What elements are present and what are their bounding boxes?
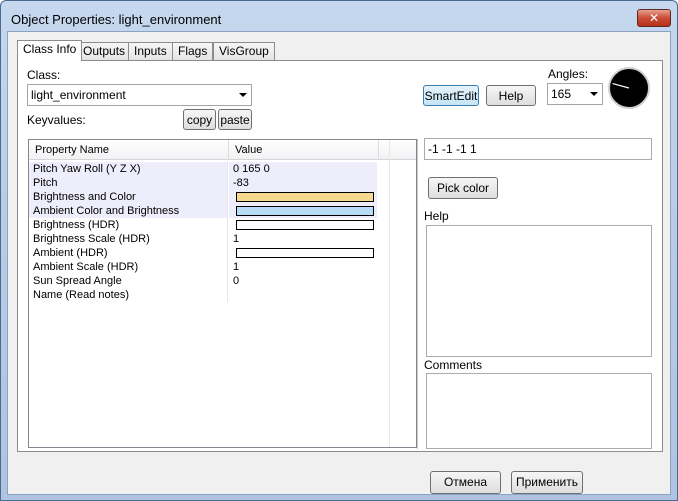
color-swatch — [236, 220, 374, 230]
grid-row[interactable]: Ambient (HDR) — [29, 246, 416, 260]
property-value — [229, 190, 377, 204]
property-name: Ambient (HDR) — [29, 246, 228, 260]
tab-visgroup[interactable]: VisGroup — [213, 42, 275, 60]
help-text-area[interactable] — [426, 225, 652, 357]
keyvalue-value-field[interactable]: -1 -1 -1 1 — [424, 138, 652, 160]
header-value[interactable]: Value — [229, 140, 379, 160]
window-title: Object Properties: light_environment — [11, 12, 222, 27]
grid-row[interactable]: Pitch Yaw Roll (Y Z X) 0 165 0 — [29, 162, 416, 176]
property-value — [229, 288, 377, 302]
close-button[interactable]: ✕ — [637, 9, 671, 27]
object-properties-window: Object Properties: light_environment ✕ C… — [0, 0, 678, 501]
grid-header: Property Name Value — [29, 140, 416, 160]
tab-outputs[interactable]: Outputs — [77, 42, 132, 60]
color-swatch — [236, 248, 374, 258]
property-value: 0 — [233, 275, 240, 287]
property-value — [229, 204, 377, 218]
tab-class-info[interactable]: Class Info — [17, 40, 83, 61]
tab-flags[interactable]: Flags — [172, 42, 214, 60]
angle-dial[interactable] — [608, 67, 650, 109]
grid-row[interactable]: Brightness and Color — [29, 190, 416, 204]
grid-row[interactable]: Sun Spread Angle 0 — [29, 274, 416, 288]
property-name: Ambient Color and Brightness — [29, 204, 228, 218]
grid-row[interactable]: Brightness Scale (HDR) 1 — [29, 232, 416, 246]
cancel-button[interactable]: Отмена — [430, 471, 501, 494]
color-swatch — [236, 206, 374, 216]
property-name: Ambient Scale (HDR) — [29, 260, 228, 274]
property-value: 0 165 0 — [229, 162, 377, 176]
pick-color-button[interactable]: Pick color — [428, 177, 498, 199]
close-icon: ✕ — [648, 11, 660, 25]
class-dropdown[interactable]: light_environment — [27, 84, 252, 106]
paste-button[interactable]: paste — [218, 109, 252, 130]
copy-button[interactable]: copy — [183, 109, 216, 130]
comments-text-area[interactable] — [426, 373, 652, 449]
title-bar[interactable]: Object Properties: light_environment ✕ — [1, 1, 677, 31]
property-name: Pitch Yaw Roll (Y Z X) — [29, 162, 228, 176]
panel-divider — [417, 139, 418, 449]
grid-row[interactable]: Ambient Scale (HDR) 1 — [29, 260, 416, 274]
header-property-name[interactable]: Property Name — [29, 140, 229, 160]
help-button[interactable]: Help — [486, 85, 536, 106]
angles-label: Angles: — [548, 67, 589, 81]
property-value: 1 — [233, 233, 240, 245]
color-swatch — [236, 192, 374, 202]
property-value — [229, 246, 377, 260]
angle-needle-icon — [612, 83, 630, 89]
apply-button[interactable]: Применить — [511, 471, 583, 494]
help-label: Help — [424, 209, 449, 223]
grid-row[interactable]: Pitch -83 — [29, 176, 416, 190]
grid-row[interactable]: Brightness (HDR) — [29, 218, 416, 232]
class-label: Class: — [27, 68, 61, 82]
comments-label: Comments — [424, 358, 483, 372]
grid-row[interactable]: Ambient Color and Brightness — [29, 204, 416, 218]
property-name: Sun Spread Angle — [29, 274, 228, 288]
tab-inputs[interactable]: Inputs — [128, 42, 173, 60]
class-value: light_environment — [31, 88, 126, 102]
smartedit-button[interactable]: SmartEdit — [423, 85, 479, 106]
chevron-down-icon — [590, 92, 598, 96]
angles-value: 165 — [551, 87, 572, 101]
property-name: Name (Read notes) — [29, 288, 228, 302]
property-value: 1 — [233, 261, 240, 273]
property-name: Brightness Scale (HDR) — [29, 232, 228, 246]
property-value: -83 — [229, 176, 377, 190]
property-name: Brightness and Color — [29, 190, 228, 204]
property-grid[interactable]: Property Name Value Pitch Yaw Roll (Y Z … — [28, 139, 417, 448]
property-name: Pitch — [29, 176, 228, 190]
property-name: Brightness (HDR) — [29, 218, 228, 232]
keyvalue-value-text: -1 -1 -1 1 — [428, 142, 477, 156]
angles-dropdown[interactable]: 165 — [547, 83, 603, 105]
dialog-client-area: Class Info Outputs Inputs Flags VisGroup… — [7, 31, 671, 495]
property-value — [229, 218, 377, 232]
chevron-down-icon — [239, 93, 247, 97]
keyvalues-label: Keyvalues: — [27, 113, 86, 127]
grid-row[interactable]: Name (Read notes) — [29, 288, 416, 302]
